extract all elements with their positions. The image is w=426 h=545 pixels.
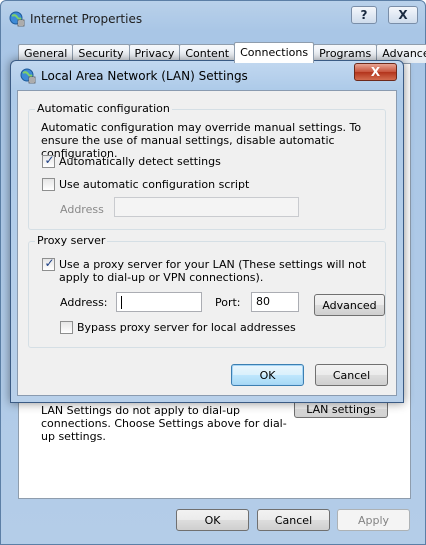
- outer-titlebar: Internet Properties: [9, 9, 142, 29]
- proxy-port-label: Port:: [215, 296, 241, 309]
- bypass-local-checkbox[interactable]: [60, 321, 73, 334]
- script-address-label: Address: [60, 203, 104, 216]
- use-proxy-checkbox[interactable]: ✓: [42, 256, 55, 271]
- dialog-titlebar: Local Area Network (LAN) Settings: [20, 67, 248, 85]
- tab-connections[interactable]: Connections: [234, 42, 315, 63]
- dialog-close-button[interactable]: X: [354, 63, 397, 81]
- check-icon: ✓: [44, 153, 55, 167]
- outer-cancel-button[interactable]: Cancel: [257, 509, 330, 531]
- internet-options-globe-icon: [9, 11, 25, 27]
- proxy-address-input[interactable]: [116, 292, 202, 312]
- text-caret: [121, 295, 122, 309]
- auto-detect-checkbox[interactable]: ✓: [42, 153, 55, 168]
- auto-detect-row: ✓ Automatically detect settings: [42, 153, 221, 168]
- bypass-row: Bypass proxy server for local addresses: [60, 321, 296, 334]
- proxy-server-legend: Proxy server: [35, 234, 108, 247]
- use-script-row: Use automatic configuration script: [42, 178, 249, 191]
- dialog-body: Automatic configuration Automatic config…: [17, 90, 397, 396]
- dialog-cancel-button[interactable]: Cancel: [315, 364, 388, 386]
- proxy-address-label: Address:: [60, 296, 108, 309]
- use-proxy-row: ✓ Use a proxy server for your LAN (These…: [42, 256, 382, 284]
- outer-ok-button[interactable]: OK: [176, 509, 249, 531]
- help-button[interactable]: ?: [351, 6, 377, 24]
- proxy-port-input[interactable]: 80: [251, 292, 299, 312]
- internet-options-globe-icon: [20, 68, 36, 84]
- dialog-ok-button[interactable]: OK: [231, 364, 304, 386]
- lan-settings-dialog: Local Area Network (LAN) Settings X Auto…: [10, 60, 404, 403]
- auto-detect-label[interactable]: Automatically detect settings: [59, 155, 221, 168]
- automatic-configuration-legend: Automatic configuration: [35, 102, 172, 115]
- apply-button: Apply: [337, 509, 410, 531]
- outer-close-button[interactable]: X: [388, 6, 418, 24]
- use-script-label[interactable]: Use automatic configuration script: [59, 178, 249, 191]
- script-address-input: [114, 197, 299, 217]
- advanced-button[interactable]: Advanced: [314, 294, 385, 316]
- lan-settings-note: LAN Settings do not apply to dial-up con…: [41, 404, 287, 443]
- outer-window-title: Internet Properties: [30, 12, 143, 26]
- use-script-checkbox[interactable]: [42, 178, 55, 191]
- check-icon: ✓: [44, 256, 55, 270]
- dialog-title: Local Area Network (LAN) Settings: [41, 69, 248, 83]
- use-proxy-label[interactable]: Use a proxy server for your LAN (These s…: [59, 258, 382, 284]
- bypass-local-label[interactable]: Bypass proxy server for local addresses: [77, 321, 296, 334]
